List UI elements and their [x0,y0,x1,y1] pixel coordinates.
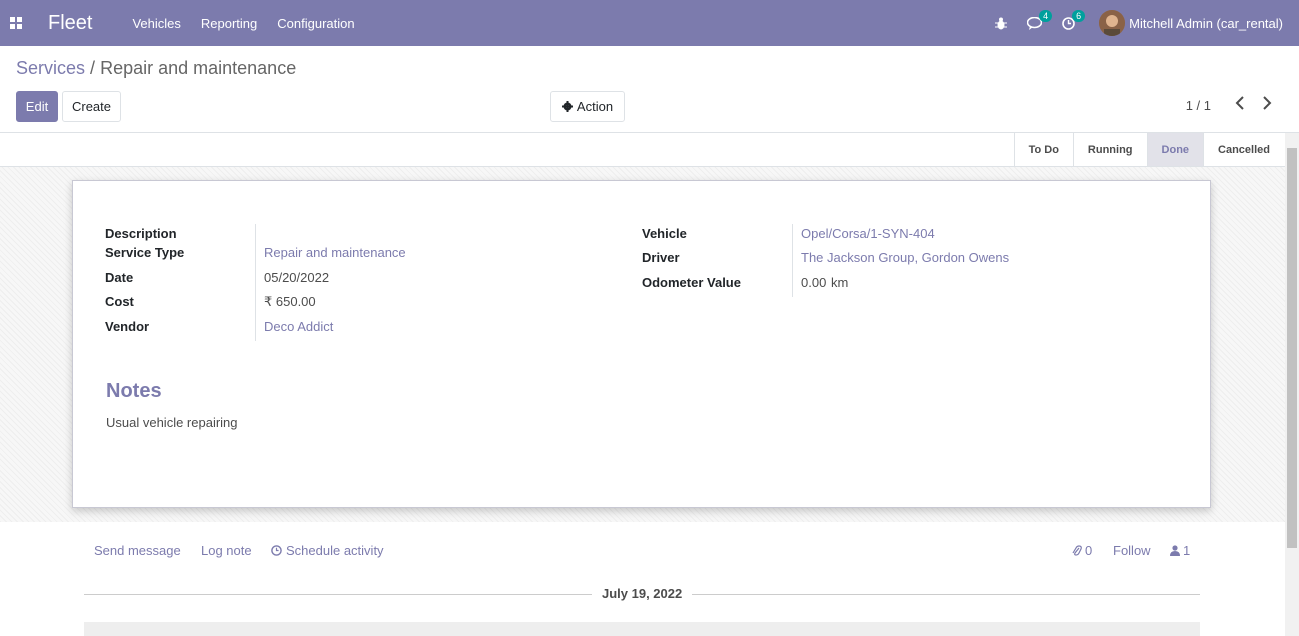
schedule-activity-label: Schedule activity [286,543,384,558]
action-button[interactable]: Action [550,91,625,122]
app-title[interactable]: Fleet [48,12,92,35]
vendor-label: Vendor [105,319,150,334]
user-name: Mitchell Admin (car_rental) [1129,15,1283,31]
pager-value[interactable]: 1 / 1 [1186,98,1211,113]
cost-value[interactable]: ₹ 650.00 [264,294,316,310]
log-note-button[interactable]: Log note [201,543,252,558]
followers-count: 1 [1183,543,1191,558]
avatar [1099,10,1126,36]
menu-configuration[interactable]: Configuration [267,16,364,31]
cost-label: Cost [105,294,134,309]
stage-cancelled[interactable]: Cancelled [1203,133,1284,166]
odometer-unit: km [831,275,849,290]
edit-button[interactable]: Edit [16,91,58,122]
service-type-value[interactable]: Repair and maintenance [264,245,406,260]
message-item [84,622,1200,636]
menu-vehicles[interactable]: Vehicles [122,16,190,31]
scrollbar-thumb[interactable] [1287,148,1297,548]
messages-icon[interactable]: 4 [1027,9,1053,30]
breadcrumb-services[interactable]: Services [16,58,85,78]
date-label: Date [105,270,134,285]
attachments-button[interactable]: 0 [1072,543,1092,558]
odometer-value[interactable]: 0.00 [801,275,826,290]
send-message-button[interactable]: Send message [94,543,181,558]
create-button[interactable]: Create [62,91,121,122]
breadcrumb-separator: / [90,58,96,78]
date-separator-label: July 19, 2022 [592,586,693,601]
bug-icon[interactable] [995,17,1008,30]
breadcrumb: Services / Repair and maintenance [16,58,296,79]
clock-icon [271,545,282,556]
service-type-label: Service Type [105,245,185,260]
activities-icon[interactable]: 6 [1062,9,1086,30]
menu-reporting[interactable]: Reporting [191,16,267,31]
gear-icon [561,101,573,112]
paperclip-icon [1072,544,1082,556]
vendor-value[interactable]: Deco Addict [264,319,333,334]
description-label: Description [105,226,177,241]
driver-value[interactable]: The Jackson Group, Gordon Owens [801,250,1009,265]
top-navbar: Fleet Vehicles Reporting Configuration 4… [0,0,1299,46]
user-menu[interactable]: Mitchell Admin (car_rental) [1099,10,1283,36]
notes-text[interactable]: Usual vehicle repairing [106,415,238,430]
chevron-right-icon[interactable] [1262,96,1272,113]
stage-todo[interactable]: To Do [1013,133,1073,166]
messages-badge: 4 [1039,9,1053,22]
apps-menu-icon[interactable] [0,0,32,46]
left-group-divider [255,224,256,341]
breadcrumb-current: Repair and maintenance [100,58,297,78]
odometer-label: Odometer Value [642,275,741,290]
main-menu: Vehicles Reporting Configuration [122,16,364,31]
stage-list: To Do Running Done Cancelled [1013,133,1284,166]
driver-label: Driver [642,250,680,265]
stage-done[interactable]: Done [1146,133,1204,166]
right-group-divider [792,224,793,297]
followers-button[interactable]: 1 [1170,543,1190,558]
notes-title: Notes [106,380,162,402]
action-label: Action [576,99,614,114]
stage-running[interactable]: Running [1072,133,1147,166]
user-icon [1170,545,1180,556]
statusbar: To Do Running Done Cancelled [0,132,1299,167]
chevron-left-icon[interactable] [1235,96,1245,113]
schedule-activity-button[interactable]: Schedule activity [271,543,384,558]
follow-button[interactable]: Follow [1113,543,1151,558]
activities-badge: 6 [1072,9,1086,22]
vehicle-label: Vehicle [642,226,687,241]
date-value[interactable]: 05/20/2022 [264,270,329,285]
attachments-count: 0 [1085,543,1093,558]
vehicle-value[interactable]: Opel/Corsa/1-SYN-404 [801,226,935,241]
